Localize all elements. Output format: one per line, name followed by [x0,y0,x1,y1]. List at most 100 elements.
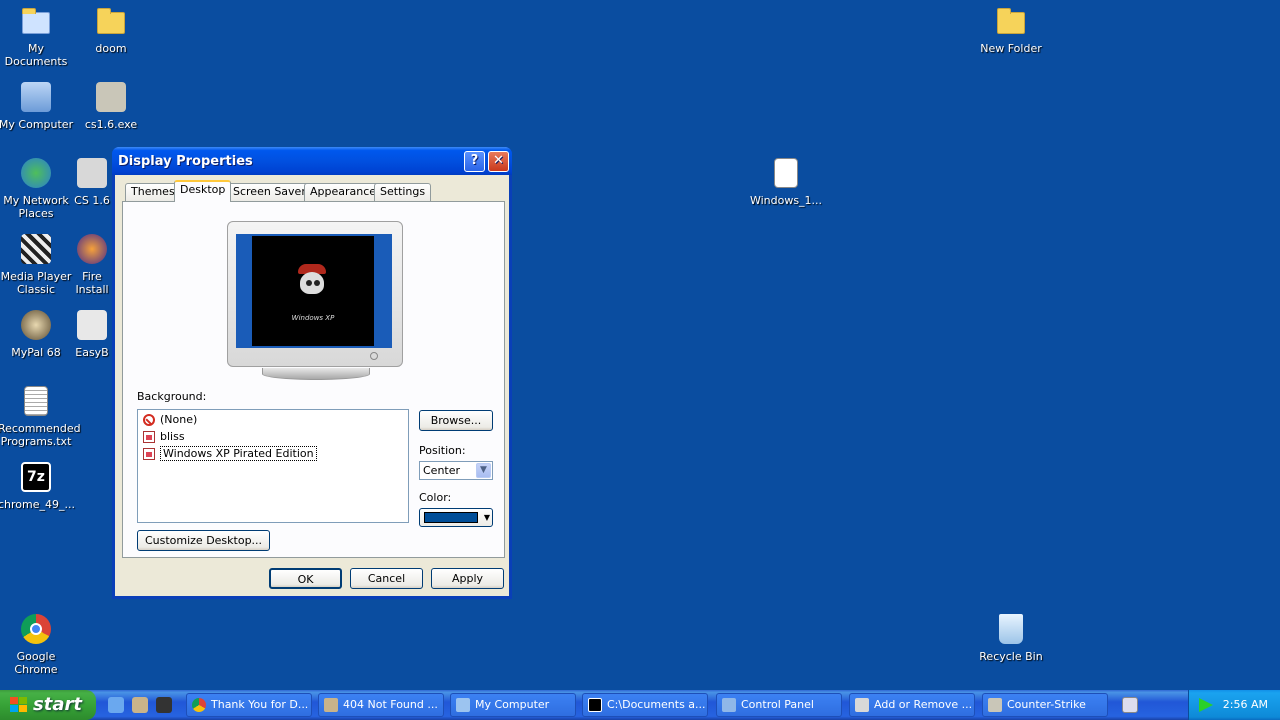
chevron-down-icon[interactable]: ▼ [476,463,491,478]
my-documents-icon [19,4,53,38]
desktop-icon-cs16[interactable]: CS 1.6 [73,156,111,207]
desktop-icon-media-player-classic[interactable]: Media Player Classic [0,232,74,296]
window-titlebar[interactable]: Display Properties ? ✕ [112,147,512,175]
desktop-icon-windows-1[interactable]: Windows_1... [748,156,824,207]
customize-desktop-button[interactable]: Customize Desktop... [137,530,270,551]
desktop-icon-label: EasyB [75,346,109,359]
position-label: Position: [419,444,466,457]
power-led-icon [370,352,378,360]
wallpaper-preview: Windows XP [252,236,374,346]
desktop-icon-label: Fire Install [75,270,109,296]
desktop-icon-my-computer[interactable]: My Computer [0,80,74,131]
desktop-icon-google-chrome[interactable]: Google Chrome [0,612,74,676]
play-arrow-icon[interactable] [1199,698,1213,712]
desktop-icon-label: CS 1.6 [74,194,110,207]
cancel-button[interactable]: Cancel [350,568,423,589]
color-picker-button[interactable]: ▼ [419,508,493,527]
apply-button[interactable]: Apply [431,568,504,589]
computer-icon [456,698,470,712]
tab-themes[interactable]: Themes [125,183,181,201]
clapperboard-icon [19,232,53,266]
task-my-computer[interactable]: My Computer [450,693,576,717]
desktop-icon-label: Recommended Programs.txt [0,422,81,448]
desktop-icon-my-documents[interactable]: My Documents [0,4,74,68]
pirate-skull-icon [294,264,330,304]
background-listbox[interactable]: (None) bliss Windows XP Pirated Edition [137,409,409,523]
mypal-quicklaunch-icon[interactable] [132,697,148,713]
network-icon [19,156,53,190]
recycle-bin-icon [994,612,1028,646]
none-icon [143,414,155,426]
desktop-icon-label: Windows_1... [749,194,823,207]
desktop-icon-recycle-bin[interactable]: Recycle Bin [973,612,1049,663]
desktop-icon-new-folder[interactable]: New Folder [973,4,1049,55]
browse-button[interactable]: Browse... [419,410,493,431]
desktop-icon-chrome-49[interactable]: 7z chrome_49_... [0,460,75,511]
tab-appearance[interactable]: Appearance [304,183,383,201]
desktop-icon-cs16-exe[interactable]: cs1.6.exe [73,80,149,131]
media-player-quicklaunch-icon[interactable] [156,697,172,713]
counter-strike-icon [988,698,1002,712]
help-button[interactable]: ? [464,151,485,172]
color-swatch [424,512,478,523]
start-button[interactable]: start [0,690,96,720]
background-item-bliss[interactable]: bliss [143,429,185,445]
add-remove-programs-icon [855,698,869,712]
desktop-icon-label: My Documents [4,42,68,68]
tab-desktop[interactable]: Desktop [174,180,232,202]
raccoon-icon [19,308,53,342]
desktop-icon-label: MyPal 68 [11,346,61,359]
color-label: Color: [419,491,452,504]
monitor-preview: Windows XP [227,221,403,380]
preview-brand: Windows XP [291,314,335,322]
task-404-not-found[interactable]: 404 Not Found ... [318,693,444,717]
monitor-stand [262,368,370,380]
keyboard-icon[interactable] [1122,697,1138,713]
desktop-icon-my-network-places[interactable]: My Network Places [0,156,74,220]
position-select[interactable]: Center ▼ [419,461,493,480]
7zip-icon [588,698,602,712]
window-title: Display Properties [118,154,253,169]
system-tray: 2:56 AM [1188,690,1280,720]
task-documents[interactable]: C:\Documents a... [582,693,708,717]
windows-flag-icon [10,697,28,713]
desktop-icon-label: Recycle Bin [979,650,1043,663]
ok-button[interactable]: OK [269,568,342,589]
task-thank-you[interactable]: Thank You for D... [186,693,312,717]
folder-icon [94,4,128,38]
task-control-panel[interactable]: Control Panel [716,693,842,717]
desktop-icon-label: Google Chrome [14,650,58,676]
position-value: Center [423,464,461,477]
start-label: start [33,694,82,715]
task-add-or-remove[interactable]: Add or Remove ... [849,693,975,717]
task-counter-strike[interactable]: Counter-Strike [982,693,1108,717]
shortcut-icon [75,156,109,190]
desktop-icon-label: cs1.6.exe [84,118,138,131]
ie-quicklaunch-icon[interactable] [108,697,124,713]
tab-screen-saver[interactable]: Screen Saver [227,183,312,201]
chrome-icon [192,698,206,712]
desktop-icon-label: doom [95,42,127,55]
desktop-icon-fire-install[interactable]: Fire Install [73,232,111,296]
tab-settings[interactable]: Settings [374,183,432,201]
desktop-icon-label: Media Player Classic [0,270,72,296]
desktop-icon-mypal-68[interactable]: MyPal 68 [0,308,74,359]
close-button[interactable]: ✕ [488,151,509,172]
desktop-icon-label: chrome_49_... [0,498,75,511]
desktop-icon-doom[interactable]: doom [73,4,149,55]
clock[interactable]: 2:56 AM [1223,690,1268,720]
background-label: Background: [137,390,207,403]
background-item-pirated-edition[interactable]: Windows XP Pirated Edition [143,446,317,462]
firefox-icon [75,232,109,266]
mypal-icon [324,698,338,712]
shortcut-icon [75,308,109,342]
file-icon [769,156,803,190]
desktop-icon-easyb[interactable]: EasyB [73,308,111,359]
taskbar: start Thank You for D... 404 Not Found .… [0,690,1280,720]
chrome-icon [19,612,53,646]
image-file-icon [143,448,155,460]
control-panel-icon [722,698,736,712]
desktop-icon-label: My Computer [0,118,74,131]
desktop-icon-recommended-programs[interactable]: Recommended Programs.txt [0,384,81,448]
background-item-none[interactable]: (None) [143,412,197,428]
